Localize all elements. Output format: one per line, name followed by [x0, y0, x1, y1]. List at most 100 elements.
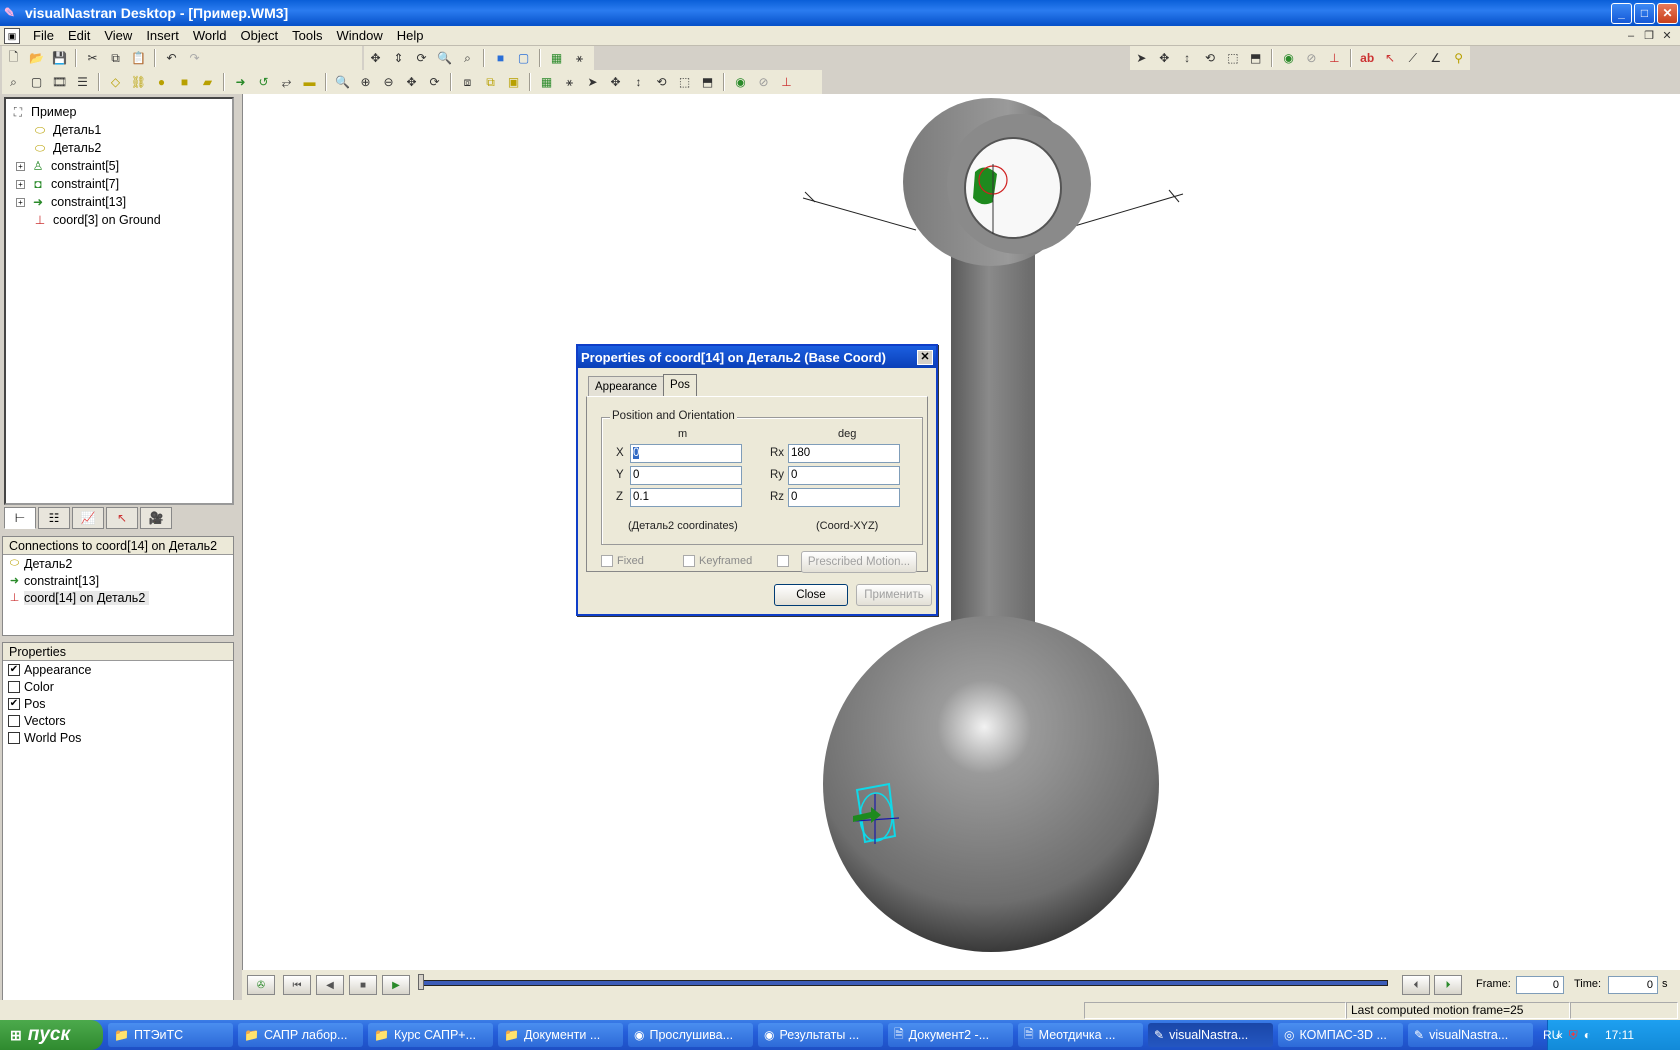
tab-camera[interactable]: 🎥: [140, 507, 172, 529]
checkbox[interactable]: [8, 714, 20, 727]
zoom-fit-icon[interactable]: ⌕: [457, 48, 478, 68]
redo-icon[interactable]: ↷: [184, 48, 205, 68]
sphere-icon[interactable]: ●: [151, 72, 172, 92]
scale-icon[interactable]: ⬚: [1222, 48, 1243, 68]
menu-file[interactable]: File: [26, 26, 61, 46]
joint-icon[interactable]: ⊘: [1301, 48, 1322, 68]
rotate-view-icon[interactable]: ⟳: [411, 48, 432, 68]
coord-icon[interactable]: ⊥: [1324, 48, 1345, 68]
expand-icon[interactable]: +: [16, 197, 25, 207]
tab-tree[interactable]: ⊢: [4, 507, 36, 529]
start-button[interactable]: ⊞ пуск: [0, 1020, 103, 1050]
tree-item[interactable]: ⊥ coord[3] on Ground: [10, 211, 232, 229]
paste-icon[interactable]: 📋: [128, 48, 149, 68]
wireframe-icon[interactable]: ⧈: [457, 72, 478, 92]
taskbar-item[interactable]: ◉ Результаты ...: [758, 1023, 883, 1047]
taskbar-item[interactable]: ✎ visualNastra...: [1408, 1023, 1533, 1047]
fixed-option[interactable]: Fixed: [601, 555, 644, 567]
vertical-move-icon[interactable]: ↕: [1177, 48, 1198, 68]
tree-item[interactable]: ⬭ Деталь1: [10, 121, 232, 139]
lift-icon[interactable]: ↕: [628, 72, 649, 92]
film-icon[interactable]: 🎞: [49, 72, 70, 92]
position-icon[interactable]: ⬒: [697, 72, 718, 92]
snap-toggle-icon[interactable]: ⚹: [559, 72, 580, 92]
clock[interactable]: 17:11: [1605, 1028, 1634, 1042]
step-frame-back-button[interactable]: ⏴: [1402, 975, 1430, 995]
box-icon[interactable]: ■: [174, 72, 195, 92]
tab-graph[interactable]: 📈: [72, 507, 104, 529]
orbit-icon[interactable]: ⟳: [424, 72, 445, 92]
menu-view[interactable]: View: [97, 26, 139, 46]
property-appearance[interactable]: ✔ Appearance: [3, 661, 233, 678]
measure-icon[interactable]: ⟋: [1402, 48, 1423, 68]
link-icon[interactable]: ⛓: [128, 72, 149, 92]
taskbar-item[interactable]: 🗎 Документ2 -...: [888, 1023, 1013, 1047]
menu-help[interactable]: Help: [390, 26, 431, 46]
antivirus-icon[interactable]: ⛨: [1569, 1028, 1578, 1043]
tree-item[interactable]: + ➜ constraint[13]: [10, 193, 232, 211]
menu-tools[interactable]: Tools: [285, 26, 329, 46]
menu-edit[interactable]: Edit: [61, 26, 97, 46]
transparent-icon[interactable]: ▣: [503, 72, 524, 92]
new-file-icon[interactable]: 🗋: [3, 48, 24, 68]
prescribed-motion-button[interactable]: Prescribed Motion...: [801, 551, 917, 573]
translate-icon[interactable]: ✥: [1154, 48, 1175, 68]
rewind-button[interactable]: ⏮: [283, 975, 311, 995]
frame-icon[interactable]: ▢: [26, 72, 47, 92]
anchor-icon[interactable]: ◉: [1278, 48, 1299, 68]
move-icon[interactable]: ⇕: [388, 48, 409, 68]
ry-input[interactable]: 0: [788, 466, 900, 485]
menu-world[interactable]: World: [186, 26, 234, 46]
doc-close-icon[interactable]: ✕: [1660, 29, 1674, 43]
checkbox[interactable]: [8, 731, 20, 744]
revolute-joint-icon[interactable]: ↺: [253, 72, 274, 92]
zoom-in-icon[interactable]: 🔍: [332, 72, 353, 92]
pan-icon[interactable]: ✥: [365, 48, 386, 68]
property-color[interactable]: Color: [3, 678, 233, 695]
menu-insert[interactable]: Insert: [139, 26, 186, 46]
document-icon[interactable]: ▣: [4, 27, 20, 44]
zoom-window-icon[interactable]: ⌕: [3, 72, 24, 92]
keyframed-checkbox[interactable]: [683, 555, 695, 567]
spin-icon[interactable]: ⟲: [651, 72, 672, 92]
timeline-slider-handle[interactable]: [418, 974, 424, 990]
run-forward-button[interactable]: ⏵: [1434, 975, 1462, 995]
play-button[interactable]: ▶: [382, 975, 410, 995]
connection-item[interactable]: ⊥ coord[14] on Деталь2: [3, 589, 233, 606]
rx-input[interactable]: 180: [788, 444, 900, 463]
open-folder-icon[interactable]: 📂: [26, 48, 47, 68]
zoom-icon[interactable]: 🔍: [434, 48, 455, 68]
snap-icon[interactable]: ⚹: [569, 48, 590, 68]
taskbar-item[interactable]: 📁 Курс САПР+...: [368, 1023, 493, 1047]
close-window-button[interactable]: ✕: [1657, 2, 1678, 24]
checkbox[interactable]: ✔: [8, 697, 20, 710]
tab-list[interactable]: ☷: [38, 507, 70, 529]
zoom-plus-icon[interactable]: ⊕: [355, 72, 376, 92]
unpin-icon[interactable]: ⊘: [753, 72, 774, 92]
tab-pos[interactable]: Pos: [663, 374, 697, 396]
prescribed-option[interactable]: [777, 555, 793, 567]
taskbar-item[interactable]: ◎ КОМПАС-3D ...: [1278, 1023, 1403, 1047]
3d-viewport[interactable]: [242, 94, 1680, 970]
apply-button[interactable]: Применить: [856, 584, 932, 606]
pin-icon[interactable]: ◉: [730, 72, 751, 92]
taskbar-item[interactable]: 📁 ПТЭиТС: [108, 1023, 233, 1047]
tree-item[interactable]: + ♙ constraint[5]: [10, 157, 232, 175]
connection-item[interactable]: ⬭ Деталь2: [3, 555, 233, 572]
keyframed-option[interactable]: Keyframed: [683, 555, 752, 567]
resize-icon[interactable]: ⬚: [674, 72, 695, 92]
stop-button[interactable]: ■: [349, 975, 377, 995]
y-input[interactable]: 0: [630, 466, 742, 485]
rz-input[interactable]: 0: [788, 488, 900, 507]
cut-icon[interactable]: ✂: [82, 48, 103, 68]
save-icon[interactable]: 💾: [49, 48, 70, 68]
taskbar-item[interactable]: ◉ Прослушива...: [628, 1023, 753, 1047]
expand-icon[interactable]: +: [16, 179, 25, 189]
tab-vectors[interactable]: ↖: [106, 507, 138, 529]
move-object-icon[interactable]: ✥: [605, 72, 626, 92]
tab-appearance[interactable]: Appearance: [588, 376, 665, 396]
property-world-pos[interactable]: World Pos: [3, 729, 233, 746]
select-arrow-icon[interactable]: ➤: [1131, 48, 1152, 68]
z-input[interactable]: 0.1: [630, 488, 742, 507]
text-label-icon[interactable]: ab: [1357, 48, 1378, 68]
